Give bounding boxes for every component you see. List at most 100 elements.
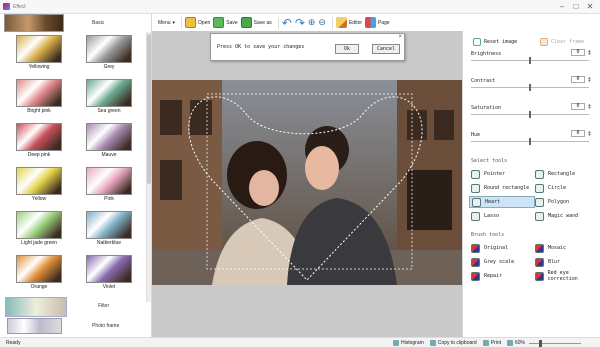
adjust-value-input[interactable]: 0	[571, 49, 585, 56]
zoom-slider-knob[interactable]	[539, 339, 543, 347]
round-rectangle-icon	[471, 183, 480, 193]
spinner-icon[interactable]: ▲ ▼	[587, 76, 592, 83]
effect-tile[interactable]: Deep pink	[6, 121, 66, 161]
category-basic-label[interactable]: Basic	[92, 20, 104, 26]
page-button[interactable]: Page	[365, 17, 390, 28]
category-banner[interactable]	[4, 14, 64, 32]
adjust-row: Brightness 0 ▲ ▼	[471, 49, 596, 77]
effect-label: Nattierblue	[96, 240, 122, 246]
effect-tile[interactable]: Bright pink	[6, 77, 66, 117]
effect-thumbnail	[16, 79, 62, 107]
adjust-slider-knob[interactable]	[529, 111, 531, 118]
print-button[interactable]: Print	[482, 340, 501, 346]
reset-image-button[interactable]: Reset image	[473, 37, 517, 47]
folder-icon	[185, 17, 197, 28]
tool-blur-brush[interactable]: Blur	[533, 256, 599, 268]
effects-scrollbar[interactable]	[146, 32, 151, 302]
adjust-slider-knob[interactable]	[529, 138, 531, 145]
adjust-label: Saturation	[471, 105, 502, 111]
tool-label: Circle	[548, 185, 567, 191]
photo-frame-label: Photo frame	[92, 323, 120, 329]
photo-canvas[interactable]	[152, 31, 462, 337]
spinner-icon[interactable]: ▲ ▼	[587, 49, 592, 56]
adjust-value-input[interactable]: 0	[571, 130, 585, 137]
maximize-icon[interactable]: □	[569, 0, 583, 14]
effect-tile[interactable]: Grey	[76, 33, 136, 73]
save-as-button[interactable]: Save as	[240, 17, 272, 28]
close-icon[interactable]: ×	[398, 34, 402, 40]
effect-tile[interactable]: Nattierblue	[76, 209, 136, 249]
zoom-control[interactable]: 60%	[507, 339, 582, 347]
adjust-row: Contrast 0 ▲ ▼	[471, 76, 596, 104]
cancel-button[interactable]: Cancel	[372, 44, 400, 54]
heart-icon	[472, 197, 481, 207]
reset-icon	[473, 38, 481, 46]
photo-frame-tab[interactable]: Photo frame	[0, 318, 146, 336]
undo-icon[interactable]: ↶	[282, 16, 292, 30]
scrollbar-thumb[interactable]	[147, 34, 151, 184]
redo-icon[interactable]: ↷	[295, 16, 305, 30]
adjust-slider-knob[interactable]	[529, 57, 531, 64]
spinner-icon[interactable]: ▲ ▼	[587, 103, 592, 110]
tool-label: Pointer	[484, 171, 506, 177]
effect-tile[interactable]: Yellowing	[6, 33, 66, 73]
copy-clipboard-button[interactable]: Copy to clipboard	[429, 340, 477, 346]
histogram-button[interactable]: Histogram	[393, 340, 424, 346]
tool-circle[interactable]: Circle	[533, 182, 599, 194]
tool-rectangle[interactable]: Rectangle	[533, 168, 599, 180]
adjust-value-input[interactable]: 0	[571, 76, 585, 83]
adjust-label: Brightness	[471, 51, 502, 57]
tool-pointer[interactable]: Pointer	[469, 168, 535, 180]
tool-red-eye[interactable]: Red eye correction	[533, 270, 599, 282]
save-button[interactable]: Save	[213, 17, 238, 28]
effect-tile[interactable]: Sea green	[76, 77, 136, 117]
copy-label: Copy to clipboard	[437, 340, 477, 346]
effect-tile[interactable]: Violet	[76, 253, 136, 293]
title-bar: Effect – □ ✕	[0, 0, 600, 14]
ok-button[interactable]: Ok	[335, 44, 359, 54]
effect-label: Light jade green	[21, 240, 57, 246]
effect-thumbnail	[16, 211, 62, 239]
circle-icon	[535, 183, 544, 193]
photo-image[interactable]	[152, 80, 462, 285]
tool-repair-brush[interactable]: Repair	[469, 270, 535, 282]
tool-original-brush[interactable]: Original	[469, 242, 535, 254]
adjust-row: Saturation 0 ▲ ▼	[471, 103, 596, 131]
minimize-icon[interactable]: –	[555, 0, 569, 14]
tool-polygon[interactable]: Polygon	[533, 196, 599, 208]
effect-tile[interactable]: Mauve	[76, 121, 136, 161]
tool-lasso[interactable]: Lasso	[469, 210, 535, 222]
effect-tile[interactable]: Orange	[6, 253, 66, 293]
clear-frame-label: Clear frame	[551, 39, 585, 45]
adjust-slider-knob[interactable]	[529, 84, 531, 91]
effect-tile[interactable]: Yellow	[6, 165, 66, 205]
effect-label: Bright pink	[27, 108, 51, 114]
clear-frame-button[interactable]: Clear frame	[540, 37, 584, 47]
dialog-message: Press OK to save your changes	[217, 44, 305, 50]
window-controls: – □ ✕	[555, 0, 597, 14]
open-button[interactable]: Open	[185, 17, 210, 28]
menu-button[interactable]: Menu ▾	[158, 20, 175, 26]
close-icon[interactable]: ✕	[583, 0, 597, 14]
zoom-slider[interactable]	[529, 339, 582, 347]
zoom-in-icon[interactable]: ⊕	[308, 17, 316, 28]
tool-label: Rectangle	[548, 171, 576, 177]
frame-icon	[540, 38, 548, 46]
tool-label: Polygon	[548, 199, 570, 205]
effect-label: Yellowing	[28, 64, 50, 70]
toolbar-divider	[181, 16, 183, 29]
tool-grey-scale-brush[interactable]: Grey scale	[469, 256, 535, 268]
filter-tab[interactable]: Filter	[0, 296, 146, 320]
tool-magic-wand[interactable]: Magic wand	[533, 210, 599, 222]
effect-tile[interactable]: Light jade green	[6, 209, 66, 249]
zoom-out-icon[interactable]: ⊖	[318, 17, 326, 28]
tool-heart[interactable]: Heart	[469, 196, 535, 208]
editor-button[interactable]: Editor	[335, 17, 362, 28]
tool-mosaic-brush[interactable]: Mosaic	[533, 242, 599, 254]
zoom-value: 60%	[515, 340, 526, 346]
effect-tile[interactable]: Pink	[76, 165, 136, 205]
spinner-icon[interactable]: ▲ ▼	[587, 130, 592, 137]
tool-round-rectangle[interactable]: Round rectangle	[469, 182, 535, 194]
adjust-value-input[interactable]: 0	[571, 103, 585, 110]
page-label: Page	[378, 19, 390, 26]
